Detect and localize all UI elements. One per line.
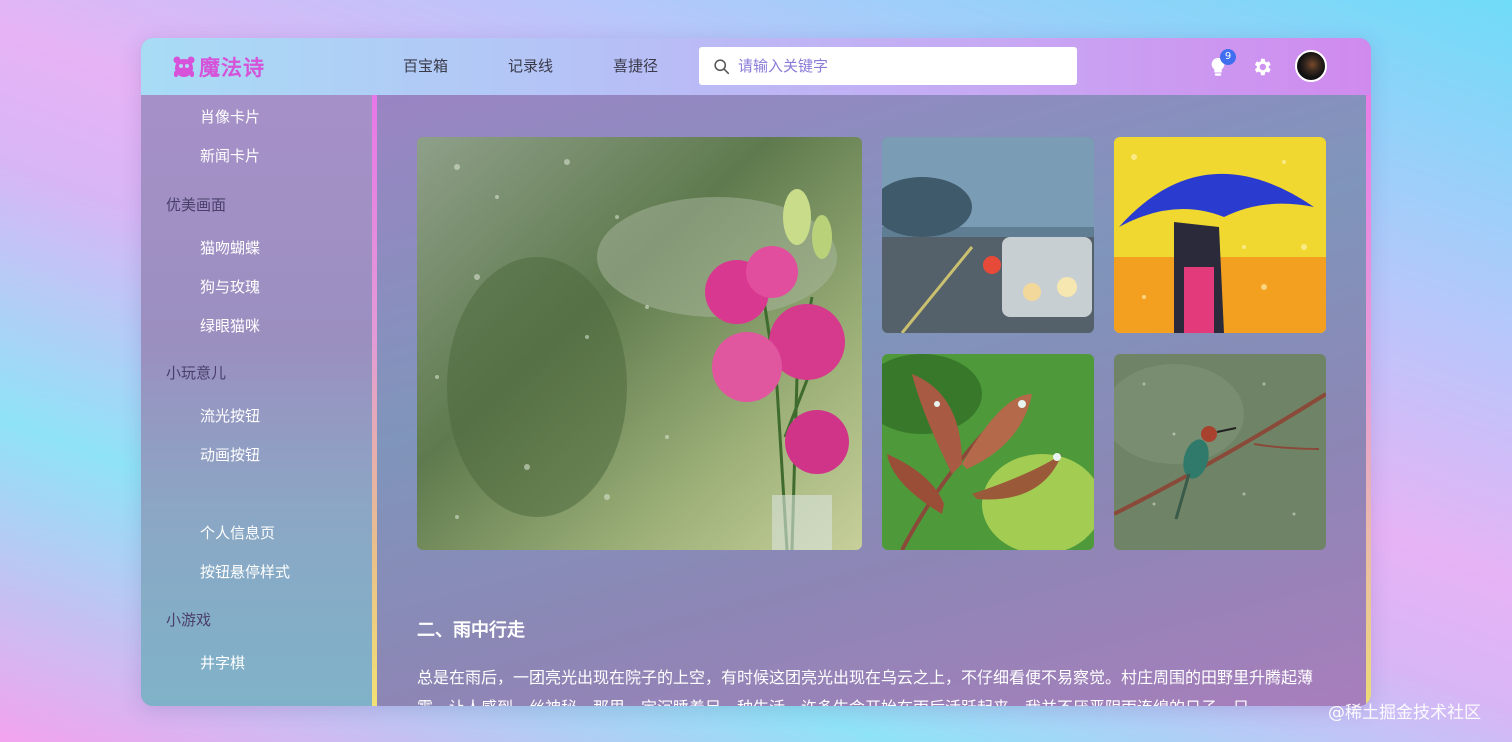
logo-icon: [171, 54, 197, 80]
sidebar-item-portrait-card[interactable]: 肖像卡片: [200, 106, 260, 127]
nav-item-shortcuts[interactable]: 喜捷径: [613, 55, 658, 76]
notification-badge: 9: [1220, 49, 1236, 65]
section-title: 二、雨中行走: [417, 620, 525, 641]
wet-leaves-image[interactable]: [882, 354, 1094, 550]
main-content: 二、雨中行走 总是在雨后，一团亮光出现在院子的上空，有时候这团亮光出现在乌云之上…: [377, 95, 1366, 706]
sidebar-group-gadgets[interactable]: 小玩意儿: [166, 362, 226, 383]
top-nav: 百宝箱 记录线 喜捷径: [403, 55, 718, 76]
sidebar-item-profile-page[interactable]: 个人信息页: [200, 522, 275, 543]
sidebar-item-cat-butterfly[interactable]: 猫吻蝴蝶: [200, 237, 260, 258]
sidebar-group-mini-games[interactable]: 小游戏: [166, 609, 211, 630]
search-box: [699, 47, 1077, 85]
sidebar-item-button-hover-style[interactable]: 按钮悬停样式: [200, 561, 290, 582]
rainy-window-flowers-image[interactable]: [417, 137, 862, 550]
umbrella-rain-image[interactable]: [1114, 137, 1326, 333]
article-paragraph: 总是在雨后，一团亮光出现在院子的上空，有时候这团亮光出现在乌云之上，不仔细看便不…: [417, 668, 1314, 706]
search-input[interactable]: [738, 57, 1058, 75]
rainy-street-cars-image[interactable]: [882, 137, 1094, 333]
search-icon: [714, 58, 730, 74]
avatar[interactable]: [1295, 50, 1327, 82]
sidebar: 肖像卡片 新闻卡片 优美画面 猫吻蝴蝶 狗与玫瑰 绿眼猫咪 小玩意儿 流光按钮 …: [141, 95, 372, 706]
nav-item-treasure-box[interactable]: 百宝箱: [403, 55, 448, 76]
sidebar-group-beautiful-scenes[interactable]: 优美画面: [166, 194, 226, 215]
sidebar-item-glow-button[interactable]: 流光按钮: [200, 405, 260, 426]
sidebar-item-news-card[interactable]: 新闻卡片: [200, 145, 260, 166]
logo[interactable]: 魔法诗: [171, 52, 265, 82]
bird-on-branch-image[interactable]: [1114, 354, 1326, 550]
nav-item-records[interactable]: 记录线: [508, 55, 553, 76]
watermark: @稀土掘金技术社区: [1328, 703, 1481, 723]
gear-icon[interactable]: [1251, 56, 1273, 78]
sidebar-item-green-eye-cat[interactable]: 绿眼猫咪: [200, 315, 260, 336]
sidebar-item-tic-tac-toe[interactable]: 井字棋: [200, 652, 245, 673]
top-header: 魔法诗 百宝箱 记录线 喜捷径 9: [141, 38, 1371, 95]
right-border: [1366, 95, 1371, 706]
sidebar-item-dog-rose[interactable]: 狗与玫瑰: [200, 276, 260, 297]
app-window: 魔法诗 百宝箱 记录线 喜捷径 9 肖像卡片: [141, 38, 1371, 706]
sidebar-item-animated-button[interactable]: 动画按钮: [200, 444, 260, 465]
logo-text: 魔法诗: [199, 56, 265, 80]
